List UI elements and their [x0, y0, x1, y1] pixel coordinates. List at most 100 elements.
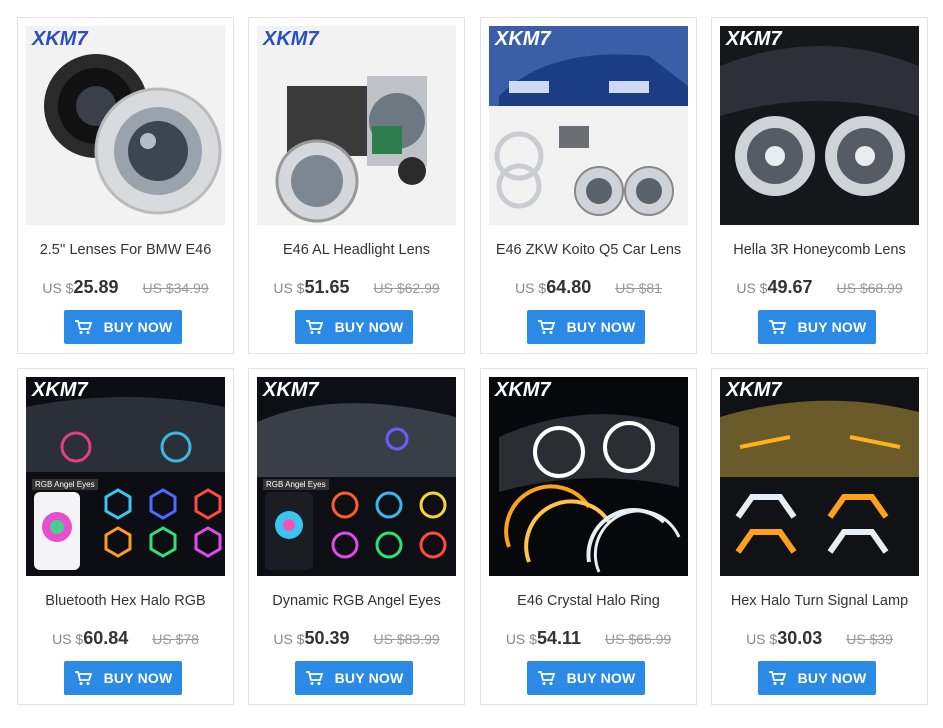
- currency-label: US $: [515, 280, 547, 296]
- buy-now-button[interactable]: BUY NOW: [295, 661, 413, 695]
- current-price: US $49.67: [736, 277, 812, 298]
- brand-logo: XKM7: [32, 379, 88, 401]
- product-card[interactable]: XKM7 Hex Halo Turn Signal Lamp US $30.03…: [711, 368, 928, 705]
- price-row: US $50.39 US $83.99: [249, 628, 464, 649]
- price-value: 50.39: [304, 628, 350, 648]
- product-image[interactable]: XKM7: [489, 26, 688, 225]
- product-image-rgb-angel-eyes: [257, 377, 456, 576]
- product-image[interactable]: XKM7: [489, 377, 688, 576]
- product-image[interactable]: XKM7: [720, 26, 919, 225]
- buy-now-button[interactable]: BUY NOW: [527, 661, 645, 695]
- buy-now-button[interactable]: BUY NOW: [758, 661, 876, 695]
- product-image-crystal-halo-ring: [489, 377, 688, 576]
- price-value: 49.67: [767, 277, 813, 297]
- product-title[interactable]: E46 ZKW Koito Q5 Car Lens: [481, 242, 696, 258]
- buy-now-label: BUY NOW: [797, 670, 867, 686]
- currency-label: US $: [273, 280, 305, 296]
- product-image[interactable]: XKM7: [257, 26, 456, 225]
- product-image-rgb-hex-halo: [26, 377, 225, 576]
- price-value: 60.84: [83, 628, 129, 648]
- original-price: US $68.99: [836, 280, 903, 296]
- brand-logo: XKM7: [726, 28, 782, 50]
- cart-icon: [537, 320, 555, 334]
- current-price: US $54.11: [506, 628, 581, 649]
- currency-label: US $: [52, 631, 84, 647]
- cart-icon: [74, 320, 92, 334]
- product-image-headlight-lens: [257, 26, 456, 225]
- brand-logo: XKM7: [495, 28, 551, 50]
- buy-now-label: BUY NOW: [103, 670, 173, 686]
- product-image[interactable]: XKM7: [720, 377, 919, 576]
- buy-now-label: BUY NOW: [566, 670, 636, 686]
- price-row: US $30.03 US $39: [712, 628, 927, 649]
- buy-now-button[interactable]: BUY NOW: [64, 310, 182, 344]
- image-badge: RGB Angel Eyes: [32, 479, 98, 490]
- cart-icon: [74, 671, 92, 685]
- product-image-lens-pair: [26, 26, 225, 225]
- product-card[interactable]: XKM7 E46 ZKW Koito Q5 Car Lens US $64.80…: [480, 17, 697, 354]
- current-price: US $51.65: [273, 277, 349, 298]
- price-row: US $49.67 US $68.99: [712, 277, 927, 298]
- product-image-honeycomb-lens: [720, 26, 919, 225]
- price-row: US $54.11 US $65.99: [481, 628, 696, 649]
- current-price: US $25.89: [42, 277, 118, 298]
- product-card[interactable]: XKM7 E46 AL Headlight Lens US $51.65 US …: [248, 17, 465, 354]
- currency-label: US $: [273, 631, 305, 647]
- product-image[interactable]: XKM7 RGB Angel Eyes: [26, 377, 225, 576]
- buy-now-button[interactable]: BUY NOW: [64, 661, 182, 695]
- currency-label: US $: [736, 280, 768, 296]
- original-price: US $81: [615, 280, 662, 296]
- product-title[interactable]: Bluetooth Hex Halo RGB: [18, 593, 233, 609]
- product-title[interactable]: E46 AL Headlight Lens: [249, 242, 464, 258]
- brand-logo: XKM7: [263, 379, 319, 401]
- buy-now-label: BUY NOW: [334, 319, 404, 335]
- price-row: US $51.65 US $62.99: [249, 277, 464, 298]
- product-image-turn-signal-halo: [720, 377, 919, 576]
- product-image[interactable]: XKM7: [26, 26, 225, 225]
- cart-icon: [768, 671, 786, 685]
- brand-logo: XKM7: [495, 379, 551, 401]
- brand-logo: XKM7: [263, 28, 319, 50]
- current-price: US $60.84: [52, 628, 128, 649]
- buy-now-button[interactable]: BUY NOW: [295, 310, 413, 344]
- buy-now-button[interactable]: BUY NOW: [758, 310, 876, 344]
- product-image-car-lens-kit: [489, 26, 688, 225]
- original-price: US $78: [152, 631, 199, 647]
- image-badge: RGB Angel Eyes: [263, 479, 329, 490]
- current-price: US $64.80: [515, 277, 591, 298]
- cart-icon: [305, 671, 323, 685]
- brand-logo: XKM7: [726, 379, 782, 401]
- current-price: US $50.39: [273, 628, 349, 649]
- original-price: US $39: [846, 631, 893, 647]
- product-title[interactable]: Hella 3R Honeycomb Lens: [712, 242, 927, 258]
- product-card[interactable]: XKM7 Hella 3R Honeycomb Lens US $49.67 U…: [711, 17, 928, 354]
- currency-label: US $: [42, 280, 74, 296]
- product-image[interactable]: XKM7 RGB Angel Eyes: [257, 377, 456, 576]
- product-title[interactable]: Hex Halo Turn Signal Lamp: [712, 593, 927, 609]
- product-title[interactable]: 2.5'' Lenses For BMW E46: [18, 242, 233, 258]
- price-value: 51.65: [304, 277, 350, 297]
- currency-label: US $: [505, 631, 537, 647]
- price-value: 54.11: [536, 628, 581, 648]
- brand-logo: XKM7: [32, 28, 88, 50]
- product-card[interactable]: XKM7 RGB Angel Eyes Bluetooth Hex Halo R…: [17, 368, 234, 705]
- original-price: US $83.99: [373, 631, 440, 647]
- price-value: 25.89: [73, 277, 119, 297]
- product-title[interactable]: E46 Crystal Halo Ring: [481, 593, 696, 609]
- original-price: US $65.99: [605, 631, 672, 647]
- product-card[interactable]: XKM7 RGB Angel Eyes Dynamic RGB Angel Ey…: [248, 368, 465, 705]
- product-card[interactable]: XKM7 E46 Crystal Halo Ring US $54.11 US …: [480, 368, 697, 705]
- buy-now-label: BUY NOW: [334, 670, 404, 686]
- price-row: US $64.80 US $81: [481, 277, 696, 298]
- price-value: 64.80: [546, 277, 592, 297]
- current-price: US $30.03: [746, 628, 822, 649]
- product-card[interactable]: XKM7 2.5'' Lenses For BMW E46 US $25.89 …: [17, 17, 234, 354]
- price-value: 30.03: [777, 628, 823, 648]
- buy-now-label: BUY NOW: [797, 319, 867, 335]
- price-row: US $25.89 US $34.99: [18, 277, 233, 298]
- cart-icon: [768, 320, 786, 334]
- cart-icon: [537, 671, 555, 685]
- buy-now-button[interactable]: BUY NOW: [527, 310, 645, 344]
- buy-now-label: BUY NOW: [566, 319, 636, 335]
- product-title[interactable]: Dynamic RGB Angel Eyes: [249, 593, 464, 609]
